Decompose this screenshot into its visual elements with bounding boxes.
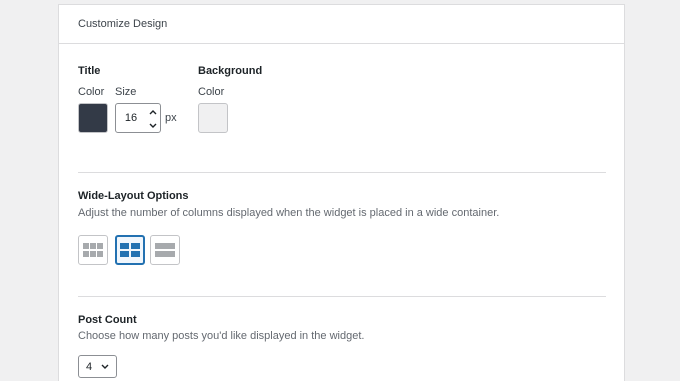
layout-option-one-column[interactable] bbox=[150, 235, 180, 265]
section-divider bbox=[78, 172, 606, 173]
title-heading: Title bbox=[78, 65, 101, 77]
panel-header: Customize Design bbox=[59, 5, 624, 44]
title-color-label: Color bbox=[78, 86, 105, 98]
title-size-label: Size bbox=[115, 86, 137, 98]
title-size-input[interactable] bbox=[116, 104, 146, 132]
post-count-select[interactable]: 4 bbox=[78, 355, 117, 378]
title-color-swatch[interactable] bbox=[78, 103, 108, 133]
post-count-heading: Post Count bbox=[78, 314, 137, 326]
customize-design-panel: Customize Design Title Color Size px Bac… bbox=[58, 4, 625, 381]
background-color-label: Color bbox=[198, 86, 225, 98]
chevron-down-icon bbox=[101, 364, 109, 369]
post-count-description: Choose how many posts you'd like display… bbox=[78, 330, 365, 342]
decrement-icon[interactable] bbox=[146, 119, 159, 132]
size-unit-label: px bbox=[165, 112, 177, 124]
wide-layout-description: Adjust the number of columns displayed w… bbox=[78, 207, 500, 219]
layout-option-three-columns[interactable] bbox=[78, 235, 108, 265]
title-size-stepper bbox=[115, 103, 161, 133]
one-column-rows-icon bbox=[155, 243, 175, 257]
layout-option-two-columns[interactable] bbox=[115, 235, 145, 265]
background-heading: Background bbox=[198, 65, 263, 77]
three-column-grid-icon bbox=[83, 243, 103, 257]
panel-title: Customize Design bbox=[78, 18, 168, 30]
section-divider bbox=[78, 296, 606, 297]
increment-icon[interactable] bbox=[146, 105, 159, 118]
two-column-grid-icon bbox=[120, 243, 140, 257]
post-count-value: 4 bbox=[86, 361, 93, 373]
background-color-swatch[interactable] bbox=[198, 103, 228, 133]
wide-layout-heading: Wide-Layout Options bbox=[78, 190, 189, 202]
